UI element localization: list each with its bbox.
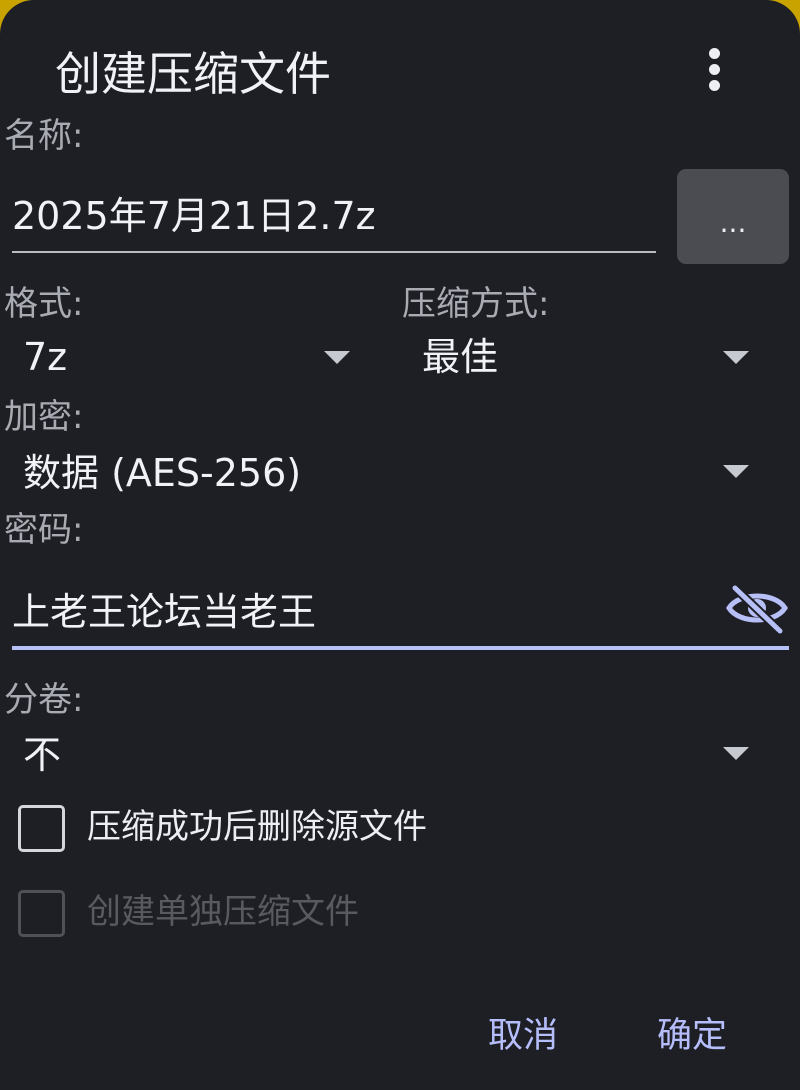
compression-method-label: 压缩方式: (402, 284, 550, 324)
encryption-chevron-down-icon[interactable] (723, 465, 749, 478)
separate-archives-checkbox (18, 890, 65, 937)
password-label: 密码: (4, 510, 84, 550)
create-archive-dialog: 创建压缩文件 名称: 2025年7月21日2.7z ... 格式: 7z 压缩方… (0, 0, 800, 1090)
password-input[interactable]: 上老王论坛当老王 (12, 588, 316, 636)
format-chevron-down-icon[interactable] (324, 351, 350, 364)
encryption-label: 加密: (4, 397, 84, 437)
name-label: 名称: (4, 116, 84, 156)
delete-source-option[interactable]: 压缩成功后删除源文件 (18, 803, 518, 853)
ok-button[interactable]: 确定 (657, 1012, 727, 1060)
split-volume-label: 分卷: (4, 680, 84, 720)
dialog-title: 创建压缩文件 (55, 47, 331, 101)
more-vert-icon[interactable] (690, 42, 738, 98)
password-underline (12, 646, 789, 650)
compression-method-select[interactable]: 最佳 (422, 333, 498, 381)
delete-source-checkbox[interactable] (18, 805, 65, 852)
split-volume-select[interactable]: 不 (23, 731, 61, 779)
eye-off-icon[interactable] (725, 582, 789, 634)
format-label: 格式: (4, 284, 84, 324)
split-chevron-down-icon[interactable] (723, 747, 749, 760)
format-select[interactable]: 7z (23, 333, 67, 381)
separate-archives-option: 创建单独压缩文件 (18, 888, 518, 938)
archive-name-input[interactable]: 2025年7月21日2.7z (12, 192, 376, 240)
separate-archives-label: 创建单独压缩文件 (87, 892, 359, 932)
delete-source-label: 压缩成功后删除源文件 (87, 807, 427, 847)
compression-chevron-down-icon[interactable] (723, 351, 749, 364)
archive-name-underline (12, 251, 656, 253)
encryption-select[interactable]: 数据 (AES-256) (23, 449, 301, 497)
browse-button[interactable]: ... (677, 169, 789, 264)
cancel-button[interactable]: 取消 (488, 1012, 558, 1060)
